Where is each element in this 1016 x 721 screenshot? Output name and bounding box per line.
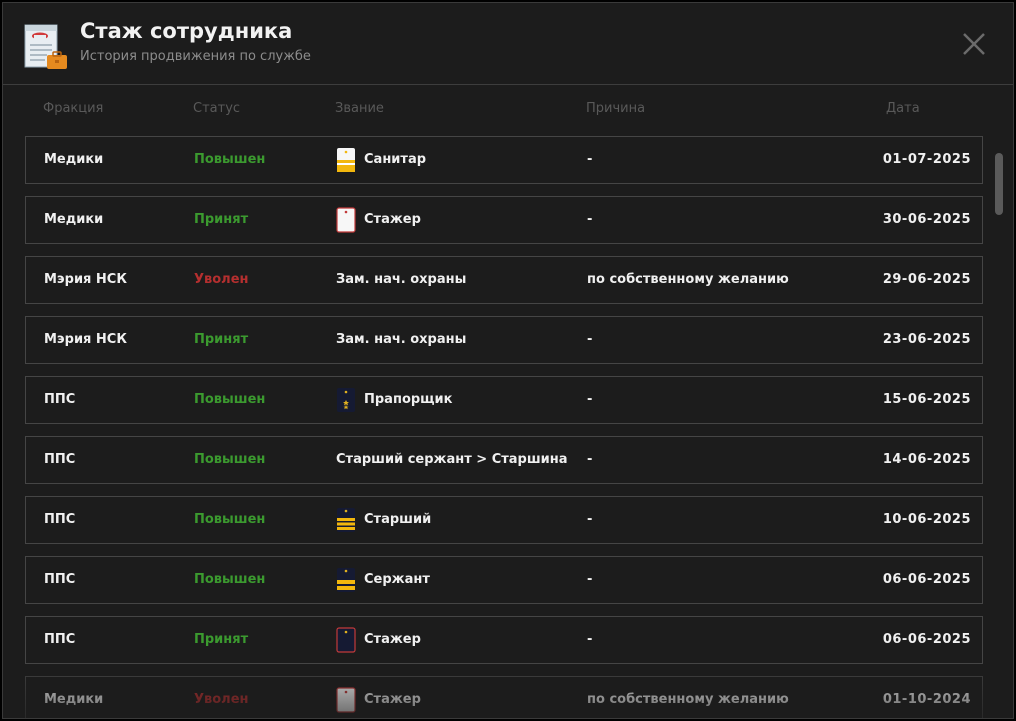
faction-cell: ППС — [44, 632, 76, 647]
column-header-rank: Звание — [335, 101, 384, 116]
rank-cell: Старший сержант > Старшина — [336, 437, 568, 483]
faction-cell: ППС — [44, 512, 76, 527]
faction-cell: ППС — [44, 572, 76, 587]
status-cell: Уволен — [194, 272, 249, 287]
rank-cell: Стажер — [336, 617, 421, 663]
rank-label: Старший — [364, 512, 432, 527]
date-cell: 14-06-2025 — [882, 452, 971, 467]
reason-cell: - — [587, 632, 593, 647]
table-row[interactable]: Медики Принят Стажер - 30-06-2025 — [25, 196, 983, 244]
rank-cell: Сержант — [336, 557, 430, 603]
rank-cell: Стажер — [336, 677, 421, 718]
table-header: Фракция Статус Звание Причина Дата — [3, 101, 1013, 121]
table-row[interactable]: ППС Повышен Прапорщик - 15-06-2025 — [25, 376, 983, 424]
rank-label: Старший сержант > Старшина — [336, 452, 568, 467]
window-header: Стаж сотрудника История продвижения по с… — [3, 3, 1013, 85]
column-header-reason: Причина — [586, 101, 646, 116]
reason-cell: по собственному желанию — [587, 692, 789, 707]
scrollbar[interactable] — [995, 153, 1003, 713]
table-row[interactable]: Медики Уволен Стажер по собственному желани… — [25, 676, 983, 718]
table-row[interactable]: ППС Принят Стажер - 06-06-2025 — [25, 616, 983, 664]
reason-cell: - — [587, 332, 593, 347]
rank-cell: Санитар — [336, 137, 426, 183]
history-list: Медики Повышен Санитар - 01-07-2025 Медики При… — [25, 136, 983, 718]
rank-label: Санитар — [364, 152, 427, 167]
status-cell: Принят — [194, 332, 249, 347]
date-cell: 30-06-2025 — [882, 212, 971, 227]
table-row[interactable]: ППС Повышен Старший - 10-06-2025 — [25, 496, 983, 544]
window-title: Стаж сотрудника — [80, 19, 293, 43]
employee-seniority-window: Стаж сотрудника История продвижения по с… — [2, 2, 1014, 719]
police-strap-two-stripes-icon — [336, 567, 356, 593]
date-cell: 15-06-2025 — [882, 392, 971, 407]
status-cell: Повышен — [194, 452, 266, 467]
status-cell: Принят — [194, 632, 249, 647]
faction-cell: Медики — [44, 692, 104, 707]
rank-label: Зам. нач. охраны — [336, 272, 467, 287]
police-strap-praporshchik-icon — [336, 387, 356, 413]
status-cell: Повышен — [194, 572, 266, 587]
rank-cell: Зам. нач. охраны — [336, 257, 466, 303]
table-row[interactable]: Мэрия НСК Уволен Зам. нач. охраны по собств… — [25, 256, 983, 304]
rank-label: Стажер — [364, 212, 421, 227]
police-strap-three-stripes-icon — [336, 507, 356, 533]
reason-cell: - — [587, 512, 593, 527]
rank-cell: Прапорщик — [336, 377, 452, 423]
rank-cell: Стажер — [336, 197, 421, 243]
reason-cell: - — [587, 212, 593, 227]
medic-strap-yellow-icon — [336, 147, 356, 173]
faction-cell: Медики — [44, 212, 104, 227]
status-cell: Повышен — [194, 392, 266, 407]
medic-strap-blank-icon — [336, 207, 356, 233]
rank-label: Прапорщик — [364, 392, 453, 407]
reason-cell: - — [587, 392, 593, 407]
rank-label: Зам. нач. охраны — [336, 332, 467, 347]
rank-cell: Старший — [336, 497, 431, 543]
faction-cell: ППС — [44, 452, 76, 467]
date-cell: 10-06-2025 — [882, 512, 971, 527]
reason-cell: по собственному желанию — [587, 272, 789, 287]
faction-cell: Мэрия НСК — [44, 272, 127, 287]
column-header-status: Статус — [193, 101, 241, 116]
date-cell: 06-06-2025 — [882, 632, 971, 647]
rank-label: Сержант — [364, 572, 430, 587]
scrollbar-thumb[interactable] — [995, 153, 1003, 215]
reason-cell: - — [587, 452, 593, 467]
document-briefcase-icon — [24, 24, 67, 69]
faction-cell: ППС — [44, 392, 76, 407]
column-header-date: Дата — [886, 101, 920, 116]
rank-label: Стажер — [364, 692, 421, 707]
table-row[interactable]: Мэрия НСК Принят Зам. нач. охраны - 23-06-20… — [25, 316, 983, 364]
rank-label: Стажер — [364, 632, 421, 647]
table-row[interactable]: ППС Повышен Старший сержант > Старшина - 14-… — [25, 436, 983, 484]
status-cell: Принят — [194, 212, 249, 227]
status-cell: Уволен — [194, 692, 249, 707]
faction-cell: Мэрия НСК — [44, 332, 127, 347]
rank-cell: Зам. нач. охраны — [336, 317, 466, 363]
reason-cell: - — [587, 152, 593, 167]
reason-cell: - — [587, 572, 593, 587]
date-cell: 06-06-2025 — [882, 572, 971, 587]
close-icon[interactable] — [961, 31, 987, 57]
date-cell: 01-07-2025 — [882, 152, 971, 167]
date-cell: 29-06-2025 — [882, 272, 971, 287]
status-cell: Повышен — [194, 512, 266, 527]
window-subtitle: История продвижения по службе — [80, 49, 311, 64]
date-cell: 01-10-2024 — [882, 692, 971, 707]
table-row[interactable]: Медики Повышен Санитар - 01-07-2025 — [25, 136, 983, 184]
police-strap-blank-icon — [336, 627, 356, 653]
table-row[interactable]: ППС Повышен Сержант - 06-06-2025 — [25, 556, 983, 604]
column-header-faction: Фракция — [43, 101, 104, 116]
medic-strap-blank-icon — [336, 687, 356, 713]
date-cell: 23-06-2025 — [882, 332, 971, 347]
status-cell: Повышен — [194, 152, 266, 167]
faction-cell: Медики — [44, 152, 104, 167]
